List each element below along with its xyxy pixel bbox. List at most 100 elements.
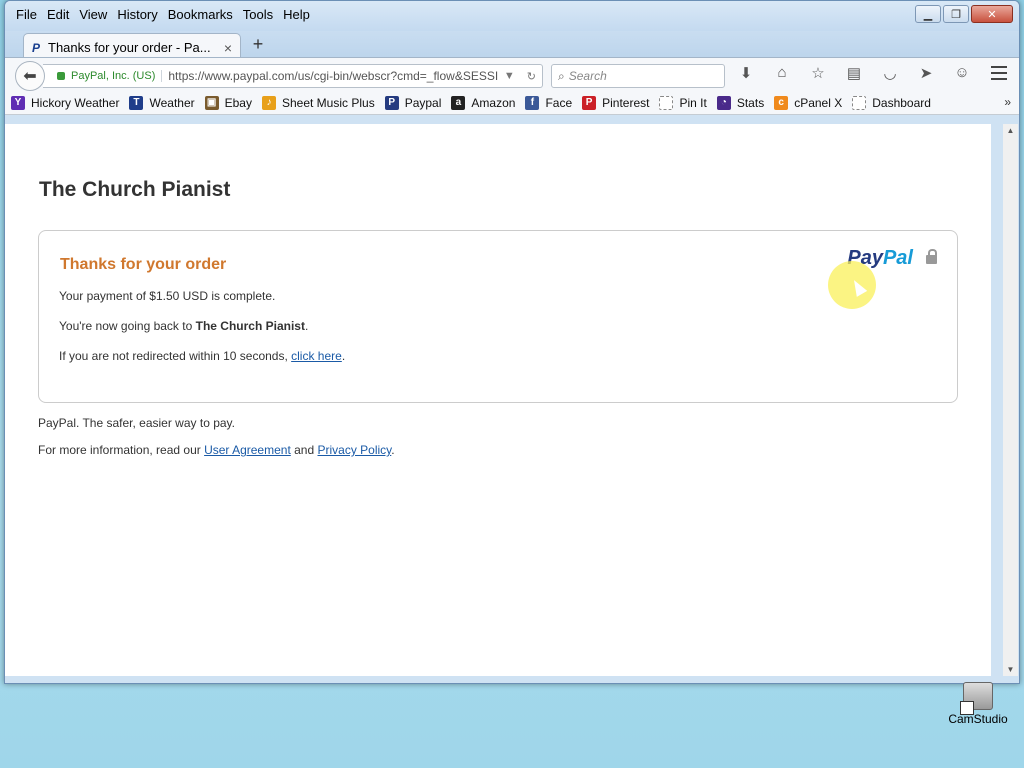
- going-back-suffix: .: [304, 319, 309, 333]
- redirect-prefix: If you are not redirected within 10 seco…: [59, 349, 292, 363]
- menu-tools[interactable]: Tools: [238, 7, 278, 22]
- menu-edit[interactable]: Edit: [42, 7, 74, 22]
- user-agreement-link[interactable]: User Agreement: [204, 443, 291, 457]
- vertical-scrollbar[interactable]: ▲ ▼: [1003, 124, 1018, 676]
- title-bar: File Edit View History Bookmarks Tools H…: [5, 1, 1019, 31]
- bookmark-label: Dashboard: [872, 95, 931, 110]
- new-tab-button[interactable]: +: [248, 34, 268, 55]
- bookmark-item[interactable]: Dashboard: [852, 95, 931, 110]
- shopping-bag-icon: ▣: [204, 95, 219, 110]
- search-box[interactable]: ⌕ Search: [551, 64, 725, 88]
- back-button[interactable]: ⬅: [15, 61, 45, 91]
- send-icon[interactable]: ➤: [915, 64, 937, 82]
- bookmark-item[interactable]: Y Hickory Weather: [11, 95, 120, 110]
- footer-info: For more information, read our User Agre…: [38, 443, 395, 457]
- bookmark-item[interactable]: P Pinterest: [582, 95, 650, 110]
- bookmark-label: Ebay: [224, 95, 252, 110]
- desktop-icon-label: CamStudio: [948, 712, 1008, 726]
- toolbar-icons: ⬇ ⌂ ☆ ▤ ◡ ➤ ☺: [735, 64, 973, 82]
- menu-history[interactable]: History: [112, 7, 162, 22]
- logo-pal: Pal: [882, 247, 913, 269]
- bookmark-item[interactable]: ♪ Sheet Music Plus: [261, 95, 375, 110]
- privacy-policy-link[interactable]: Privacy Policy: [318, 443, 392, 457]
- menu-file[interactable]: File: [11, 7, 42, 22]
- tab-title: Thanks for your order - Pa...: [48, 40, 211, 55]
- bookmark-item[interactable]: ◔ Stats: [716, 95, 765, 110]
- camstudio-icon: [960, 682, 993, 715]
- bookmark-item[interactable]: ▣ Ebay: [204, 95, 252, 110]
- bookmark-label: Stats: [736, 95, 765, 110]
- download-icon[interactable]: ⬇: [735, 64, 757, 82]
- blank-page-icon: [852, 95, 867, 110]
- url-text[interactable]: https://www.paypal.com/us/cgi-bin/webscr…: [168, 69, 498, 83]
- bookmark-label: Amazon: [471, 95, 516, 110]
- minimize-button[interactable]: ▁: [915, 5, 941, 23]
- arrow-left-icon: ⬅: [23, 68, 37, 85]
- bookmark-label: Hickory Weather: [31, 95, 120, 110]
- click-here-link[interactable]: click here: [291, 349, 342, 363]
- scroll-up-icon[interactable]: ▲: [1003, 126, 1018, 135]
- dropdown-arrow-icon[interactable]: ▼: [498, 70, 521, 82]
- bookmark-item[interactable]: a Amazon: [451, 95, 516, 110]
- menu-help[interactable]: Help: [278, 7, 315, 22]
- menu-view[interactable]: View: [74, 7, 112, 22]
- cpanel-icon: c: [774, 95, 789, 110]
- minimize-icon: ▁: [923, 8, 933, 21]
- bookmark-item[interactable]: f Face: [525, 95, 573, 110]
- search-placeholder: Search: [568, 69, 607, 83]
- close-icon: ✕: [987, 8, 997, 21]
- footer-info-prefix: For more information, read our: [38, 443, 205, 457]
- menu-bookmarks[interactable]: Bookmarks: [163, 7, 238, 22]
- bookmark-label: Pinterest: [602, 95, 650, 110]
- twc-icon: T: [129, 95, 144, 110]
- restore-icon: ❐: [951, 8, 961, 21]
- bookmark-label: Sheet Music Plus: [281, 95, 375, 110]
- search-icon: ⌕: [558, 68, 565, 83]
- pocket-icon[interactable]: ◡: [879, 64, 901, 82]
- paypal-icon: P: [384, 95, 399, 110]
- order-confirmation-card: Thanks for your order PayPal Your paymen…: [38, 230, 958, 403]
- bookmark-item[interactable]: Pin It: [659, 95, 707, 110]
- menu-hamburger-icon[interactable]: [991, 66, 1007, 80]
- going-back-merchant: The Church Pianist: [195, 319, 305, 333]
- lock-icon: [926, 249, 937, 264]
- bookmark-label: Pin It: [679, 95, 707, 110]
- merchant-title: The Church Pianist: [39, 178, 231, 201]
- blank-page-icon: [659, 95, 674, 110]
- chat-icon[interactable]: ☺: [951, 64, 973, 82]
- bookmark-label: Paypal: [404, 95, 442, 110]
- facebook-icon: f: [525, 95, 540, 110]
- page-content: The Church Pianist Thanks for your order…: [5, 124, 991, 676]
- going-back-prefix: You're now going back to: [59, 319, 196, 333]
- going-back-text: You're now going back to The Church Pian…: [59, 319, 308, 333]
- payment-status: Your payment of $1.50 USD is complete.: [59, 289, 276, 303]
- bookmark-item[interactable]: c cPanel X: [774, 95, 843, 110]
- chevron-more-icon[interactable]: »: [1004, 95, 1011, 109]
- close-tab-icon[interactable]: ×: [224, 40, 232, 56]
- bookmark-label: Face: [545, 95, 573, 110]
- footer-suffix: .: [391, 443, 395, 457]
- footer-and: and: [290, 443, 318, 457]
- paypal-icon: P: [32, 40, 41, 55]
- desktop-shortcut-camstudio[interactable]: CamStudio: [944, 682, 1012, 726]
- thanks-heading: Thanks for your order: [60, 256, 227, 273]
- site-identity[interactable]: PayPal, Inc. (US): [71, 70, 163, 82]
- home-icon[interactable]: ⌂: [771, 64, 793, 82]
- reading-list-icon[interactable]: ▤: [843, 64, 865, 82]
- maximize-button[interactable]: ❐: [943, 5, 969, 23]
- redirect-text: If you are not redirected within 10 seco…: [59, 349, 345, 363]
- close-window-button[interactable]: ✕: [971, 5, 1013, 23]
- reload-icon[interactable]: ↻: [521, 70, 542, 83]
- bookmark-item[interactable]: P Paypal: [384, 95, 442, 110]
- window-controls: ▁ ❐ ✕: [915, 5, 1013, 23]
- tab-strip: P Thanks for your order - Pa... × +: [5, 31, 1019, 61]
- url-bar[interactable]: PayPal, Inc. (US) https://www.paypal.com…: [43, 64, 543, 88]
- bookmark-label: cPanel X: [794, 95, 843, 110]
- bookmark-star-icon[interactable]: ☆: [807, 64, 829, 82]
- amazon-icon: a: [451, 95, 466, 110]
- secure-lock-icon: [57, 72, 65, 80]
- pie-chart-icon: ◔: [716, 95, 731, 110]
- menu-bar: File Edit View History Bookmarks Tools H…: [11, 7, 315, 22]
- bookmark-item[interactable]: T Weather: [129, 95, 195, 110]
- scroll-down-icon[interactable]: ▼: [1003, 665, 1018, 674]
